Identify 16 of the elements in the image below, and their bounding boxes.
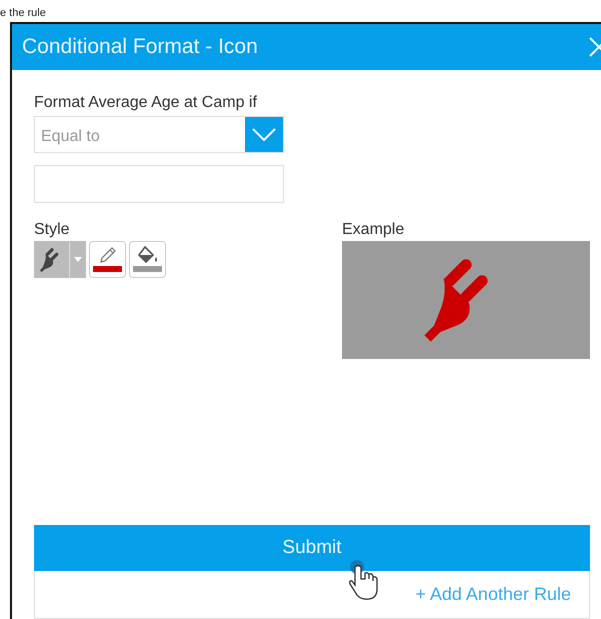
pencil-icon <box>98 246 118 264</box>
condition-label: Format Average Age at Camp if <box>34 94 258 112</box>
dialog-title: Conditional Format - Icon <box>22 34 258 60</box>
operator-dropdown[interactable]: Equal to <box>34 116 284 153</box>
paint-bucket-icon <box>136 246 158 264</box>
example-label: Example <box>342 221 406 239</box>
style-label: Style <box>34 221 71 239</box>
chevron-down-icon <box>252 128 276 142</box>
add-rule-link[interactable]: + Add Another Rule <box>415 581 571 608</box>
font-color-button[interactable] <box>89 241 126 278</box>
instruction-text: e the rule <box>0 7 46 20</box>
value-input-field[interactable] <box>34 165 284 203</box>
fill-color-button[interactable] <box>129 241 166 278</box>
submit-button[interactable]: Submit <box>34 525 590 571</box>
caret-icon <box>74 257 82 262</box>
icon-picker-button[interactable] <box>34 241 86 278</box>
